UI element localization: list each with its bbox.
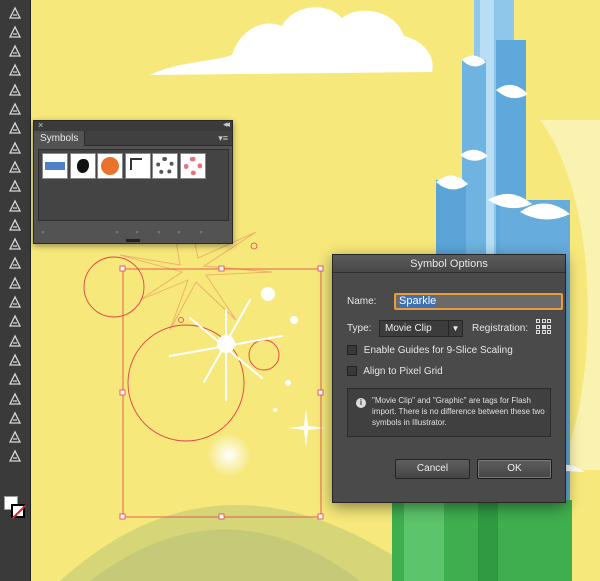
registration-point[interactable]: [536, 319, 540, 323]
fill-stroke-swatches[interactable]: [4, 496, 27, 526]
place-instance-icon[interactable]: ▪: [112, 228, 122, 237]
registration-point[interactable]: [536, 330, 540, 335]
ink-splat-symbol[interactable]: [69, 153, 96, 179]
type-row: Type: Movie Clip ▼ Registration:: [347, 319, 552, 337]
library-menu-icon[interactable]: ▪: [38, 228, 48, 237]
close-panel-icon[interactable]: ×: [38, 120, 43, 130]
blue-banner-symbol[interactable]: [42, 153, 68, 179]
warp-tool-icon[interactable]: [3, 195, 27, 216]
panel-tab-bar: Symbols ▾≡: [34, 131, 232, 146]
chevron-down-icon: ▼: [448, 321, 462, 336]
frame-corner-symbol[interactable]: [124, 153, 151, 179]
shape-builder-tool-icon[interactable]: [3, 234, 27, 255]
new-symbol-icon[interactable]: ▪: [174, 228, 184, 237]
line-tool-icon[interactable]: [3, 41, 27, 62]
eyedropper-tool-icon[interactable]: [3, 311, 27, 332]
resize-grip[interactable]: [126, 239, 140, 242]
pixel-row: Align to Pixel Grid: [347, 366, 443, 377]
scissors-tool-icon[interactable]: [3, 137, 27, 158]
nine-slice-label[interactable]: Enable Guides for 9-Slice Scaling: [364, 345, 513, 356]
collapse-panel-icon[interactable]: ◂◂: [223, 119, 230, 130]
name-value: Sparkle: [399, 295, 437, 307]
tab-symbols[interactable]: Symbols: [34, 131, 86, 146]
hand-tool-icon[interactable]: [3, 427, 27, 448]
rotate-tool-icon[interactable]: [3, 156, 27, 177]
eraser-tool-icon[interactable]: [3, 118, 27, 139]
registration-point[interactable]: [536, 324, 540, 329]
registration-point[interactable]: [547, 319, 552, 323]
pink-flower-symbol[interactable]: [179, 153, 206, 179]
name-label: Name:: [347, 296, 377, 307]
info-text: "Movie Clip" and "Graphic" are tags for …: [372, 396, 545, 427]
slice-row: Enable Guides for 9-Slice Scaling: [347, 345, 513, 356]
pixel-grid-checkbox[interactable]: [347, 366, 357, 377]
name-field[interactable]: Sparkle: [394, 293, 563, 310]
artboard-tool-2-icon[interactable]: [3, 388, 27, 409]
registration-grid[interactable]: [536, 319, 552, 335]
symbols-panel[interactable]: × ◂◂ Symbols ▾≡ ▪ ▪ ▪ ▪ ▪ ▪: [33, 119, 233, 244]
panel-title-bar[interactable]: × ◂◂: [34, 119, 232, 131]
cancel-button[interactable]: Cancel: [395, 459, 470, 479]
brush-tool-icon[interactable]: [3, 79, 27, 100]
dialog-title: Symbol Options: [333, 255, 565, 273]
perspective-grid-tool-icon[interactable]: [3, 253, 27, 274]
free-transform-tool-icon[interactable]: [3, 214, 27, 235]
name-row: Name: Sparkle: [347, 293, 563, 310]
artboard-tool-icon[interactable]: [3, 21, 27, 42]
delete-symbol-icon[interactable]: ▪: [196, 228, 206, 237]
nine-slice-checkbox[interactable]: [347, 345, 357, 356]
info-icon: i: [356, 398, 366, 408]
zoom-tool-icon[interactable]: [3, 446, 27, 467]
slice-tool-icon[interactable]: [3, 407, 27, 428]
type-label: Type:: [347, 323, 372, 334]
type-value: Movie Clip: [385, 323, 432, 334]
type-select[interactable]: Movie Clip ▼: [379, 320, 463, 337]
ok-button[interactable]: OK: [477, 459, 552, 479]
pencil-tool-icon[interactable]: [3, 99, 27, 120]
blend-tool-icon[interactable]: [3, 330, 27, 351]
symbol-options-dialog: Symbol Options Name: Sparkle Type: Movie…: [332, 254, 566, 503]
ellipse-tool-icon[interactable]: [3, 60, 27, 81]
mesh-tool-icon[interactable]: [3, 272, 27, 293]
panel-menu-icon[interactable]: ▾≡: [218, 133, 228, 144]
symbols-library: [38, 149, 229, 221]
sparkle-dot: [261, 287, 275, 301]
column-graph-tool-icon[interactable]: [3, 369, 27, 390]
gradient-tool-icon[interactable]: [3, 292, 27, 313]
symbol-options-icon[interactable]: ▪: [154, 228, 164, 237]
registration-point[interactable]: [547, 330, 552, 335]
info-box: i "Movie Clip" and "Graphic" are tags fo…: [347, 388, 551, 437]
wreath-symbol[interactable]: [152, 153, 178, 179]
registration-point[interactable]: [541, 324, 546, 329]
symbol-sprayer-tool-icon[interactable]: [3, 349, 27, 370]
orange-button-symbol[interactable]: [97, 153, 123, 179]
pen-tool-icon[interactable]: [3, 2, 27, 23]
registration-point[interactable]: [541, 319, 546, 323]
scale-tool-icon[interactable]: [3, 176, 27, 197]
break-link-icon[interactable]: ▪: [132, 228, 142, 237]
pixel-grid-label[interactable]: Align to Pixel Grid: [363, 366, 442, 377]
registration-point[interactable]: [541, 330, 546, 335]
registration-point[interactable]: [547, 324, 552, 329]
registration-label: Registration:: [472, 323, 529, 334]
tools-panel: [0, 0, 31, 581]
